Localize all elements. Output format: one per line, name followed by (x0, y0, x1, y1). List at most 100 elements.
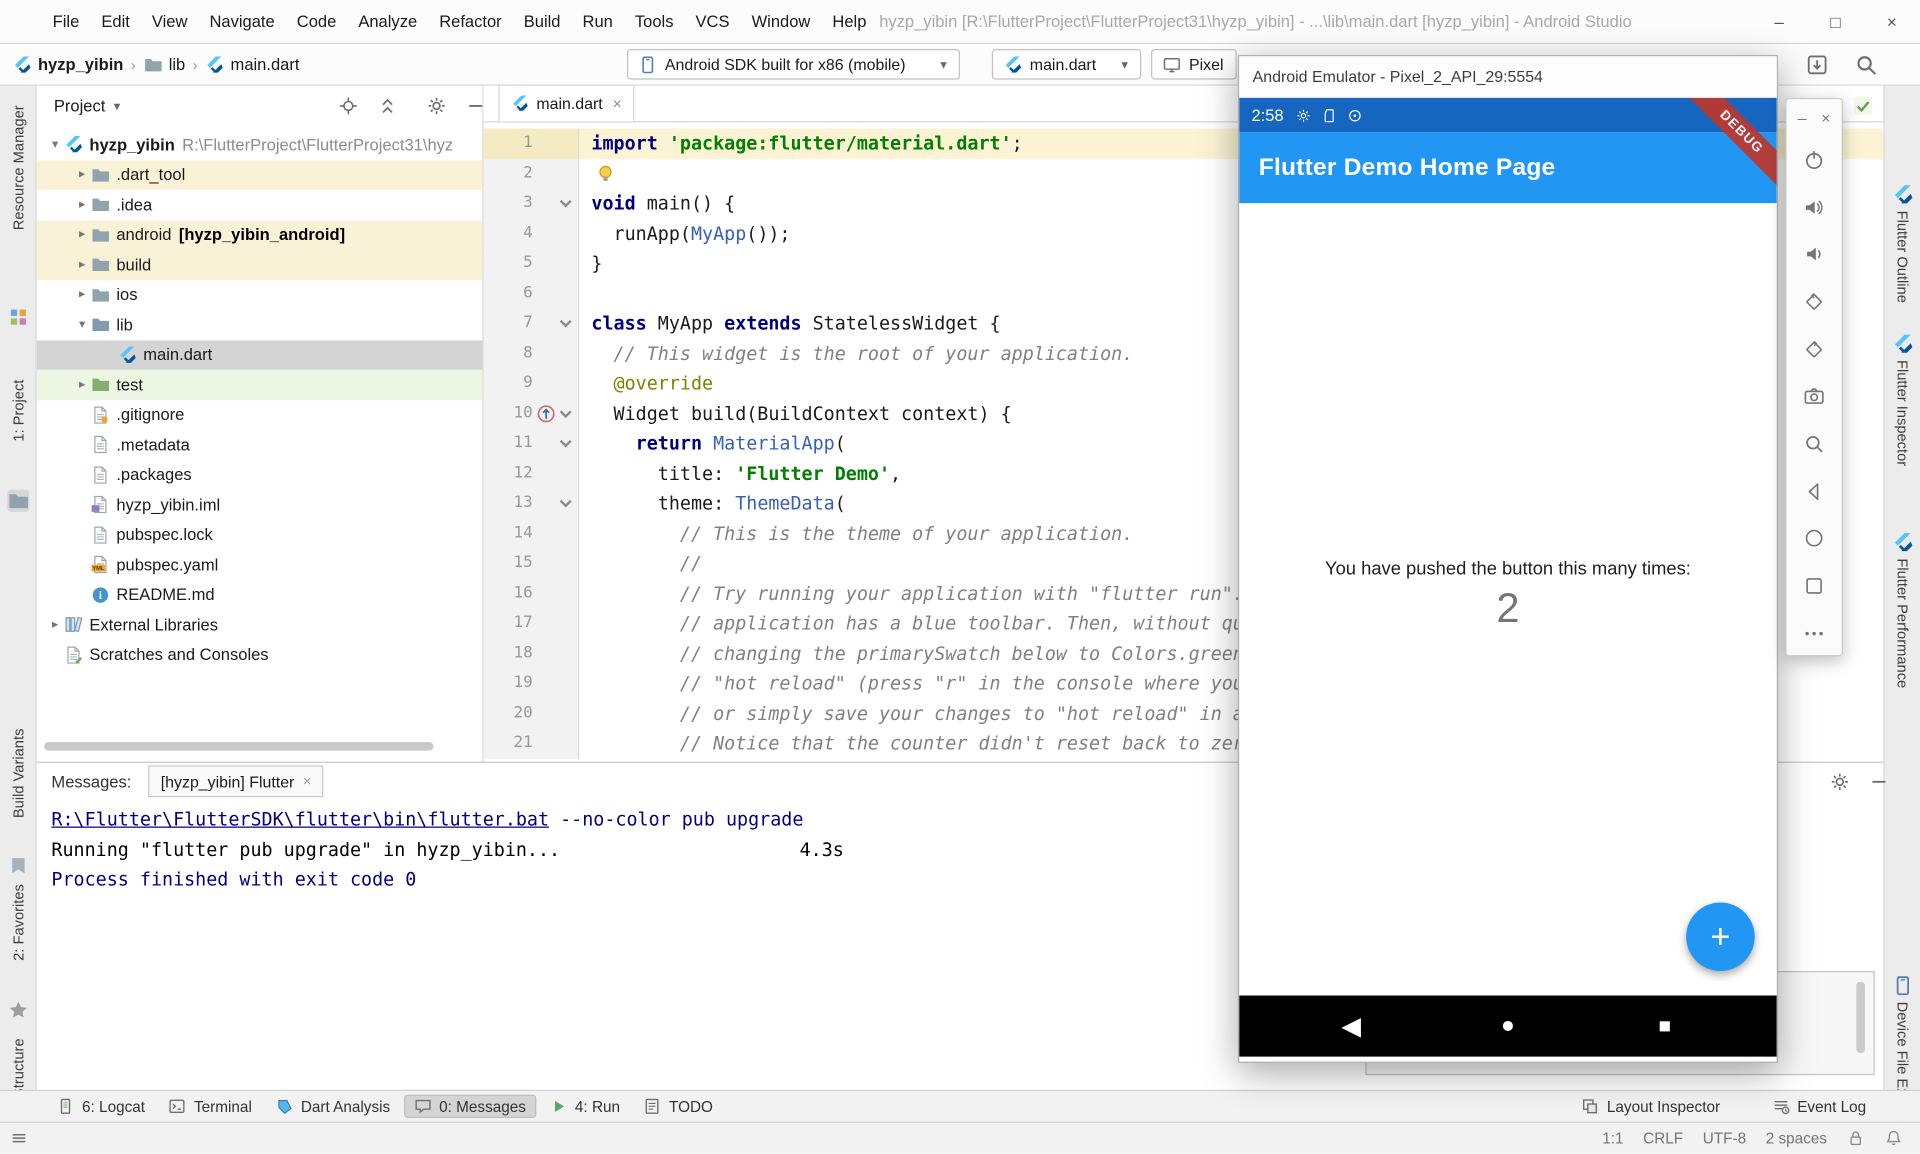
menu-view[interactable]: View (141, 0, 199, 43)
tree-item-packages[interactable]: .packages (37, 460, 483, 490)
toolwindow-todo[interactable]: TODO (634, 1095, 723, 1118)
tree-item-lib[interactable]: ▾lib (37, 310, 483, 340)
tree-item-pubspec-lock[interactable]: pubspec.lock (37, 520, 483, 550)
expander-icon[interactable]: ▾ (73, 318, 90, 331)
console-file-link[interactable]: R:\Flutter\FlutterSDK\flutter\bin\flutte… (51, 808, 549, 830)
emulator-volume-down-button[interactable] (1787, 231, 1842, 278)
emulator-power-button[interactable] (1787, 136, 1842, 183)
search-icon[interactable] (1854, 53, 1878, 77)
code-text[interactable]: title: 'Flutter Demo', (579, 459, 901, 489)
code-text[interactable]: class MyApp extends StatelessWidget { (579, 309, 1000, 339)
project-toolwindow-icon[interactable] (7, 490, 29, 512)
emulator-camera-button[interactable] (1787, 373, 1842, 420)
expander-icon[interactable]: ▸ (73, 288, 90, 301)
code-text[interactable]: // Try running your application with "fl… (579, 579, 1244, 609)
breadcrumb-hyzp-yibin[interactable]: hyzp_yibin (38, 55, 123, 73)
inspection-ok-icon[interactable] (1853, 96, 1874, 117)
menu-code[interactable]: Code (286, 0, 348, 43)
emulator-volume-up-button[interactable] (1787, 183, 1842, 230)
code-text[interactable]: theme: ThemeData( (579, 489, 846, 519)
tab-main-dart[interactable]: main.dart × (498, 84, 634, 121)
breadcrumb-lib[interactable]: lib (169, 55, 186, 73)
fold-marker-icon[interactable] (557, 436, 574, 451)
tree-item-idea[interactable]: ▸.idea (37, 190, 483, 220)
stripe-resource-manager[interactable]: Resource Manager (0, 105, 36, 230)
emulator-home-button[interactable] (1787, 515, 1842, 562)
collapse-all-icon[interactable] (377, 96, 398, 117)
project-panel-title[interactable]: Project (54, 97, 105, 115)
menu-analyze[interactable]: Analyze (347, 0, 428, 43)
tree-item-hyzp-yibin-iml[interactable]: hyzp_yibin.iml (37, 490, 483, 520)
tree-item-hyzp-yibin[interactable]: ▾hyzp_yibinR:\FlutterProject\FlutterProj… (37, 130, 483, 160)
settings-gear-icon[interactable] (426, 96, 447, 117)
breadcrumb-main-dart[interactable]: main.dart (231, 55, 300, 73)
menu-help[interactable]: Help (821, 0, 877, 43)
menu-file[interactable]: File (42, 0, 91, 43)
code-text[interactable]: // application has a blue toolbar. Then,… (579, 609, 1244, 639)
emulator-minimize-button[interactable]: – (1798, 108, 1807, 126)
expander-icon[interactable]: ▸ (73, 198, 90, 211)
status-1-1[interactable]: 1:1 (1602, 1130, 1623, 1147)
toolwindow-0-messages[interactable]: 0: Messages (404, 1095, 536, 1118)
device-file-explorer-icon[interactable] (1892, 975, 1914, 997)
resource-manager-icon[interactable] (7, 306, 29, 328)
emulator-zoom-button[interactable] (1787, 420, 1842, 467)
expander-icon[interactable]: ▸ (47, 618, 64, 631)
horizontal-scrollbar[interactable] (44, 742, 433, 751)
device-selector[interactable]: Android SDK built for x86 (mobile) ▼ (627, 49, 960, 80)
code-text[interactable]: // "hot reload" (press "r" in the consol… (579, 669, 1244, 699)
toolwindow-4-run[interactable]: 4: Run (539, 1095, 629, 1118)
toolwindow-6-logcat[interactable]: 6: Logcat (47, 1095, 155, 1118)
code-text[interactable] (579, 164, 615, 182)
close-window-button[interactable]: × (1864, 0, 1920, 43)
flutter-outline-icon[interactable] (1892, 184, 1914, 206)
emulator-rotate-left-button[interactable] (1787, 278, 1842, 325)
menu-window[interactable]: Window (741, 0, 822, 43)
fold-marker-icon[interactable] (557, 406, 574, 421)
expander-icon[interactable]: ▸ (73, 378, 90, 391)
fab-add-button[interactable]: + (1686, 902, 1755, 971)
stripe-flutter-outline[interactable]: Flutter Outline (1885, 211, 1920, 303)
console-settings-icon[interactable] (1829, 771, 1850, 792)
emulator-screen[interactable]: 2:58 Flutter Demo Home Page DEBUG You ha… (1239, 98, 1777, 1058)
nav-home-button[interactable]: ● (1493, 1013, 1522, 1040)
vertical-scrollbar[interactable] (1856, 982, 1865, 1053)
nav-overview-button[interactable]: ■ (1650, 1014, 1679, 1038)
emulator-more-button[interactable] (1787, 610, 1842, 657)
menu-edit[interactable]: Edit (90, 0, 141, 43)
code-text[interactable]: // This widget is the root of your appli… (579, 339, 1133, 369)
emulator-rotate-right-button[interactable] (1787, 325, 1842, 372)
status-crlf[interactable]: CRLF (1643, 1130, 1683, 1147)
toolwindow-layout-inspector[interactable]: Layout Inspector (1571, 1095, 1729, 1118)
minimize-panel-icon[interactable] (1869, 771, 1890, 792)
expander-icon[interactable]: ▸ (73, 168, 90, 181)
menu-vcs[interactable]: VCS (685, 0, 741, 43)
stripe-flutter-inspector[interactable]: Flutter Inspector (1885, 360, 1920, 466)
messages-flutter-tab[interactable]: [hyzp_yibin] Flutter × (149, 765, 324, 797)
status-2-spaces[interactable]: 2 spaces (1766, 1130, 1827, 1147)
code-text[interactable]: runApp(MyApp()); (579, 219, 790, 249)
stripe-project[interactable]: 1: Project (0, 380, 36, 442)
code-text[interactable]: } (579, 249, 602, 279)
tree-item-dart-tool[interactable]: ▸.dart_tool (37, 160, 483, 190)
build-variants-icon[interactable] (7, 855, 29, 877)
close-tab-icon[interactable]: × (612, 94, 621, 112)
updates-icon[interactable] (1805, 53, 1829, 77)
code-text[interactable]: // or simply save your changes to "hot r… (579, 699, 1244, 729)
device-preview-selector[interactable]: Pixel (1151, 49, 1237, 80)
stripe-build-variants[interactable]: Build Variants (0, 729, 36, 819)
hide-panel-icon[interactable] (465, 96, 483, 117)
code-text[interactable]: // Notice that the counter didn't reset … (579, 729, 1244, 759)
favorites-star-icon[interactable] (7, 999, 29, 1021)
minimize-window-button[interactable]: – (1751, 0, 1807, 43)
flutter-inspector-icon[interactable] (1892, 333, 1914, 355)
run-config-selector[interactable]: main.dart ▼ (992, 49, 1141, 80)
menu-build[interactable]: Build (513, 0, 572, 43)
expander-icon[interactable]: ▸ (73, 258, 90, 271)
code-text[interactable]: return MaterialApp( (579, 429, 846, 459)
tree-item-main-dart[interactable]: main.dart (37, 340, 483, 370)
locate-file-icon[interactable] (338, 96, 359, 117)
menu-run[interactable]: Run (572, 0, 624, 43)
intention-bulb-icon[interactable] (596, 164, 614, 182)
code-text[interactable]: void main() { (579, 189, 735, 219)
